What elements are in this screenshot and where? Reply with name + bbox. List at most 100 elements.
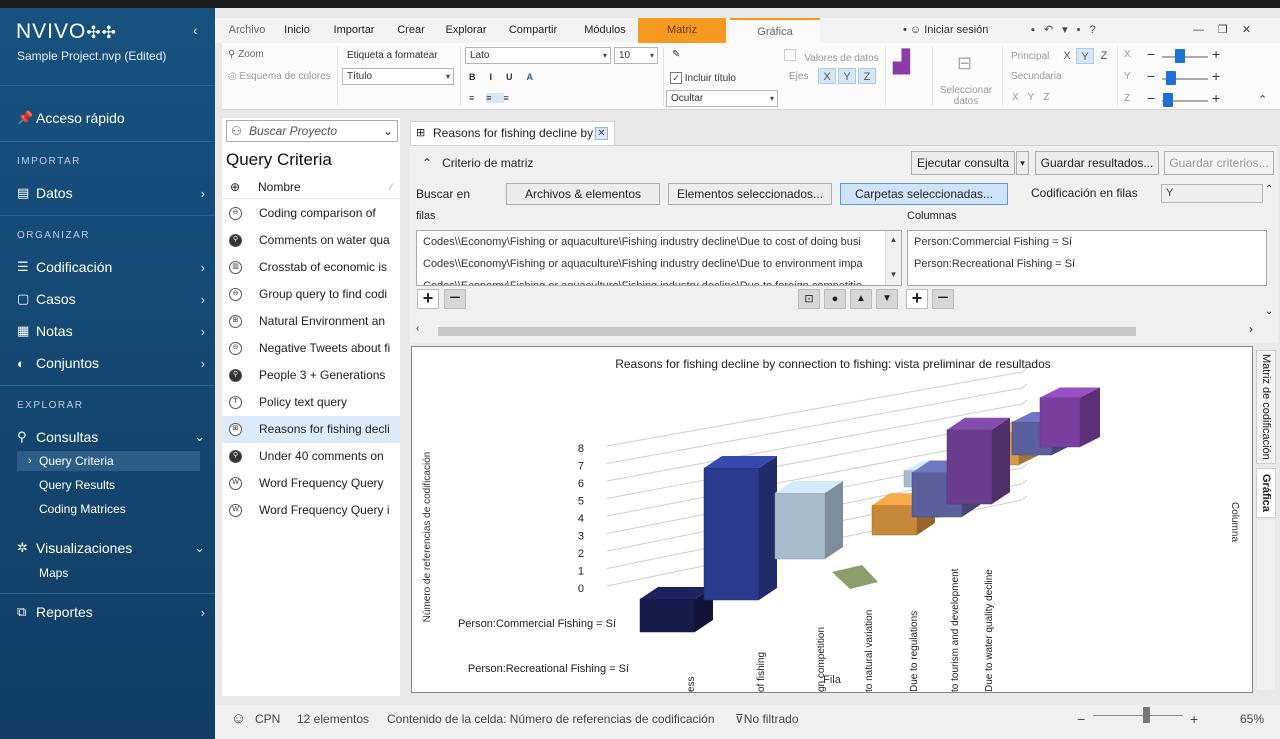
data-values-checkbox[interactable]: Valores de datos bbox=[784, 49, 879, 64]
minus-icon[interactable]: − bbox=[1147, 68, 1155, 84]
align-buttons[interactable]: ≡≡≡ bbox=[469, 93, 521, 103]
list-item[interactable]: ⚲ Under 40 comments on bbox=[222, 443, 400, 470]
font-select[interactable]: Lato ▾ bbox=[465, 47, 611, 64]
run-query-dropdown[interactable]: ▾ bbox=[1016, 151, 1029, 175]
column-header-name[interactable]: ⊕ Nombre ⁄ bbox=[222, 176, 400, 199]
remove-column-button[interactable]: − bbox=[932, 288, 954, 309]
color-scheme-button[interactable]: ◎ Esquema de colores bbox=[228, 71, 331, 82]
scroll-right-icon[interactable]: › bbox=[1249, 322, 1253, 336]
list-item[interactable]: ⊞ Natural Environment an bbox=[222, 308, 400, 335]
list-item[interactable]: T Policy text query bbox=[222, 389, 400, 416]
list-item[interactable]: ⊖ Coding comparison of bbox=[222, 200, 400, 227]
list-item[interactable]: Person:Commercial Fishing = Sí bbox=[908, 231, 1266, 253]
axis-x-toggle[interactable]: X bbox=[818, 68, 836, 84]
list-item[interactable]: W Word Frequency Query bbox=[222, 470, 400, 497]
rot-z-thumb[interactable] bbox=[1163, 93, 1173, 107]
list-item[interactable]: Codes\\Economy\Fishing or aquaculture\Fi… bbox=[417, 275, 901, 285]
sidebar-item-casos[interactable]: ▢ Casos › bbox=[17, 288, 205, 310]
sidebar-item-conjuntos[interactable]: ◐ Conjuntos › bbox=[17, 352, 205, 374]
sidebar-item-datos[interactable]: ▤ Datos › bbox=[17, 182, 205, 204]
remove-row-button[interactable]: − bbox=[444, 288, 466, 309]
sidebar-item-consultas[interactable]: ⚲ Consultas ⌄ bbox=[17, 426, 205, 448]
tab-compartir[interactable]: Compartir bbox=[505, 18, 561, 43]
rot-x-thumb[interactable] bbox=[1175, 49, 1185, 63]
save-results-button[interactable]: Guardar resultados... bbox=[1035, 151, 1159, 175]
sidebar-item-notas[interactable]: ▦ Notas › bbox=[17, 320, 205, 342]
scope-selected-items-button[interactable]: Elementos seleccionados... bbox=[668, 183, 832, 205]
zoom-slider[interactable] bbox=[1093, 715, 1183, 716]
tab-matriz[interactable]: Matriz bbox=[638, 18, 726, 43]
list-item[interactable]: W Word Frequency Query i bbox=[222, 497, 400, 524]
row-coding-select[interactable]: Y bbox=[1161, 184, 1263, 203]
axis-y-toggle[interactable]: Y bbox=[838, 68, 856, 84]
scroll-thumb[interactable] bbox=[438, 327, 1136, 336]
scroll-down-icon[interactable]: ⌄ bbox=[1265, 306, 1273, 317]
sidebar-item-visualizaciones[interactable]: ✲ Visualizaciones ⌄ bbox=[17, 537, 205, 559]
plus-icon[interactable]: + bbox=[1212, 90, 1220, 106]
collapse-ribbon-icon[interactable]: ⌃ bbox=[1258, 93, 1267, 106]
quick-toolbar[interactable]: ▪↶▾•? bbox=[1031, 18, 1151, 43]
secondary-axes[interactable]: XYZ bbox=[1012, 92, 1058, 103]
zoom-button[interactable]: ⚲ Zoom bbox=[228, 49, 264, 60]
list-item[interactable]: Codes\\Economy\Fishing or aquaculture\Fi… bbox=[417, 253, 901, 275]
sidebar-subitem-coding-matrices[interactable]: Coding Matrices bbox=[17, 499, 200, 519]
rows-scrollbar[interactable]: ▲ ▼ bbox=[885, 231, 901, 285]
add-row-button[interactable]: + bbox=[417, 289, 439, 309]
list-item[interactable]: Person:Recreational Fishing = Sí bbox=[908, 253, 1266, 275]
rot-x-slider[interactable] bbox=[1162, 56, 1208, 58]
list-item[interactable]: ⊖ Group query to find codi bbox=[222, 281, 400, 308]
axis-z-toggle[interactable]: Z bbox=[858, 68, 876, 84]
status-filter[interactable]: ⊽No filtrado bbox=[735, 705, 799, 733]
primary-z[interactable]: Z bbox=[1095, 48, 1113, 64]
scroll-up-icon[interactable]: ⌃ bbox=[1265, 184, 1273, 195]
signin-button[interactable]: • ☺ Iniciar sesión bbox=[903, 18, 1023, 43]
list-item[interactable]: ⚲ People 3 + Generations bbox=[222, 362, 400, 389]
include-title-checkbox[interactable]: ✓ Incluir título bbox=[670, 72, 736, 84]
font-size-select[interactable]: 10 ▾ bbox=[614, 47, 658, 64]
plus-icon[interactable]: + bbox=[1212, 68, 1220, 84]
list-item[interactable]: Codes\\Economy\Fishing or aquaculture\Fi… bbox=[417, 231, 901, 253]
criteria-toggle[interactable]: ⌃ Criterio de matriz bbox=[422, 156, 533, 170]
document-tab[interactable]: ⊞ Reasons for fishing decline by c ✕ bbox=[410, 121, 615, 145]
move-up-button[interactable]: ▲ bbox=[850, 289, 872, 309]
sidebar-subitem-query-criteria[interactable]: › Query Criteria bbox=[17, 451, 200, 471]
minus-icon[interactable]: − bbox=[1147, 46, 1155, 62]
person-icon[interactable]: ● bbox=[824, 289, 846, 309]
sidebar-item-codificacion[interactable]: ☰ Codificación › bbox=[17, 256, 205, 278]
horizontal-scrollbar[interactable] bbox=[426, 325, 1261, 338]
sidebar-item-reportes[interactable]: ⧉ Reportes › bbox=[17, 601, 205, 623]
tab-explorar[interactable]: Explorar bbox=[441, 18, 491, 43]
move-down-button[interactable]: ▼ bbox=[876, 289, 898, 309]
zoom-in-button[interactable]: + bbox=[1190, 705, 1198, 733]
run-query-button[interactable]: Ejecutar consulta bbox=[911, 151, 1015, 175]
tab-crear[interactable]: Crear bbox=[391, 18, 431, 43]
rot-y-thumb[interactable] bbox=[1166, 71, 1176, 85]
sidebar-subitem-query-results[interactable]: Query Results bbox=[17, 475, 200, 495]
add-column-button[interactable]: + bbox=[906, 289, 928, 309]
pen-icon[interactable]: ✎ bbox=[672, 49, 680, 60]
tab-inicio[interactable]: Inicio bbox=[277, 18, 317, 43]
rows-list[interactable]: Codes\\Economy\Fishing or aquaculture\Fi… bbox=[416, 230, 902, 286]
list-item[interactable]: ▥ Crosstab of economic is bbox=[222, 254, 400, 281]
save-criteria-button[interactable]: Guardar criterios... bbox=[1164, 151, 1274, 175]
side-tab-matrix[interactable]: Matriz de codificación bbox=[1256, 350, 1276, 464]
list-item[interactable]: ⊞ Reasons for fishing decli bbox=[222, 416, 400, 443]
tab-archivo[interactable]: Archivo bbox=[223, 18, 271, 43]
label-format-select[interactable]: Título ▾ bbox=[342, 68, 454, 85]
scope-selected-folders-button[interactable]: Carpetas seleccionadas... bbox=[840, 183, 1008, 205]
chevron-down-icon[interactable]: ⌄ bbox=[383, 121, 393, 141]
sidebar-subitem-maps[interactable]: Maps bbox=[17, 563, 200, 583]
search-input[interactable]: ⚇ Buscar Proyecto ⌄ bbox=[226, 120, 398, 142]
primary-x[interactable]: X bbox=[1058, 48, 1076, 64]
hide-select[interactable]: Ocultar ▾ bbox=[666, 90, 778, 107]
zoom-out-button[interactable]: − bbox=[1077, 705, 1085, 733]
close-icon[interactable]: ✕ bbox=[595, 127, 608, 140]
minus-icon[interactable]: − bbox=[1147, 90, 1155, 106]
chart-type-icon[interactable]: ▟ bbox=[893, 49, 923, 77]
text-style-buttons[interactable]: BIUA bbox=[469, 72, 547, 82]
plus-icon[interactable]: + bbox=[1212, 46, 1220, 62]
list-item[interactable]: ⚲ Comments on water qua bbox=[222, 227, 400, 254]
collapse-sidebar-icon[interactable]: ‹ bbox=[193, 22, 198, 38]
sidebar-item-quick-access[interactable]: 📌 Acceso rápido bbox=[17, 107, 205, 129]
window-controls[interactable]: —❐✕ bbox=[1181, 18, 1277, 43]
